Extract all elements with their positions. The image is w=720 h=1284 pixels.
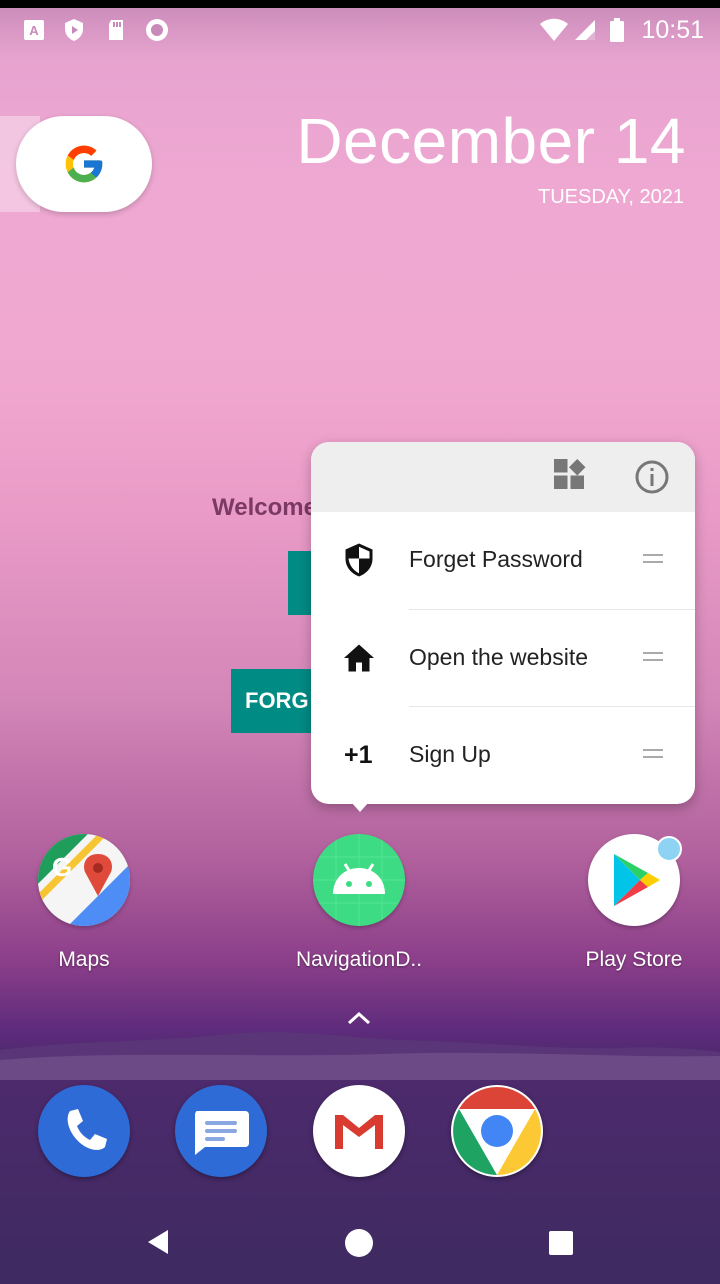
svg-text:A: A [29, 23, 39, 38]
google-search-pill[interactable] [16, 116, 152, 212]
home-icon [344, 644, 374, 672]
shortcut-open-website[interactable]: Open the website [311, 610, 695, 707]
app-name: NavigationD.. [295, 948, 423, 971]
shield-icon [345, 543, 373, 577]
autofill-icon: A [24, 20, 44, 40]
record-icon [146, 19, 168, 41]
shortcut-forget-password[interactable]: Forget Password [311, 512, 695, 609]
signal-icon [575, 20, 595, 40]
shortcut-label: Sign Up [409, 741, 491, 767]
home-nav-icon[interactable] [344, 1228, 374, 1258]
shortcut-label: Forget Password [409, 546, 583, 572]
android-icon [313, 834, 405, 926]
app-navigationd[interactable]: NavigationD.. [284, 834, 434, 972]
drag-handle-icon[interactable] [643, 652, 663, 664]
info-icon[interactable] [634, 459, 670, 495]
chrome-icon[interactable] [451, 1085, 543, 1177]
widgets-icon[interactable] [551, 459, 587, 495]
shortcut-label: Open the website [409, 644, 589, 670]
app-shortcuts-popup: Forget Password Open the website +1 Sign… [311, 442, 695, 812]
shield-icon [65, 19, 83, 41]
drag-handle-icon[interactable] [643, 749, 663, 761]
popup-pointer [351, 802, 369, 812]
weekday-label: TUESDAY, 2021 [537, 186, 684, 208]
navigation-bar [0, 1200, 720, 1284]
app-maps[interactable]: G Maps [9, 834, 159, 972]
notification-dot [656, 836, 682, 862]
messages-icon[interactable] [175, 1085, 267, 1177]
app-name: Maps [58, 948, 110, 971]
gmail-icon[interactable] [313, 1085, 405, 1177]
drag-handle-icon[interactable] [643, 554, 663, 566]
battery-icon [610, 18, 624, 42]
google-icon [65, 145, 103, 183]
recents-icon[interactable] [548, 1230, 574, 1256]
shortcut-sign-up[interactable]: +1 Sign Up [311, 707, 695, 804]
status-time: 10:51 [641, 16, 704, 44]
phone-icon[interactable] [38, 1085, 130, 1177]
svg-text:G: G [52, 852, 72, 882]
plus-one-icon: +1 [344, 741, 373, 769]
back-icon[interactable] [144, 1228, 172, 1256]
app-name: Play Store [585, 948, 683, 971]
app-play-store[interactable]: Play Store [559, 834, 709, 972]
status-bar: A 10:51 [0, 8, 720, 52]
welcome-text: Welcome [212, 494, 317, 521]
popup-header [311, 442, 695, 512]
maps-icon: G [38, 834, 130, 926]
sd-card-icon [109, 20, 123, 40]
date-widget[interactable]: December 14 [296, 104, 686, 178]
wifi-icon [540, 18, 568, 41]
top-edge [0, 0, 720, 8]
